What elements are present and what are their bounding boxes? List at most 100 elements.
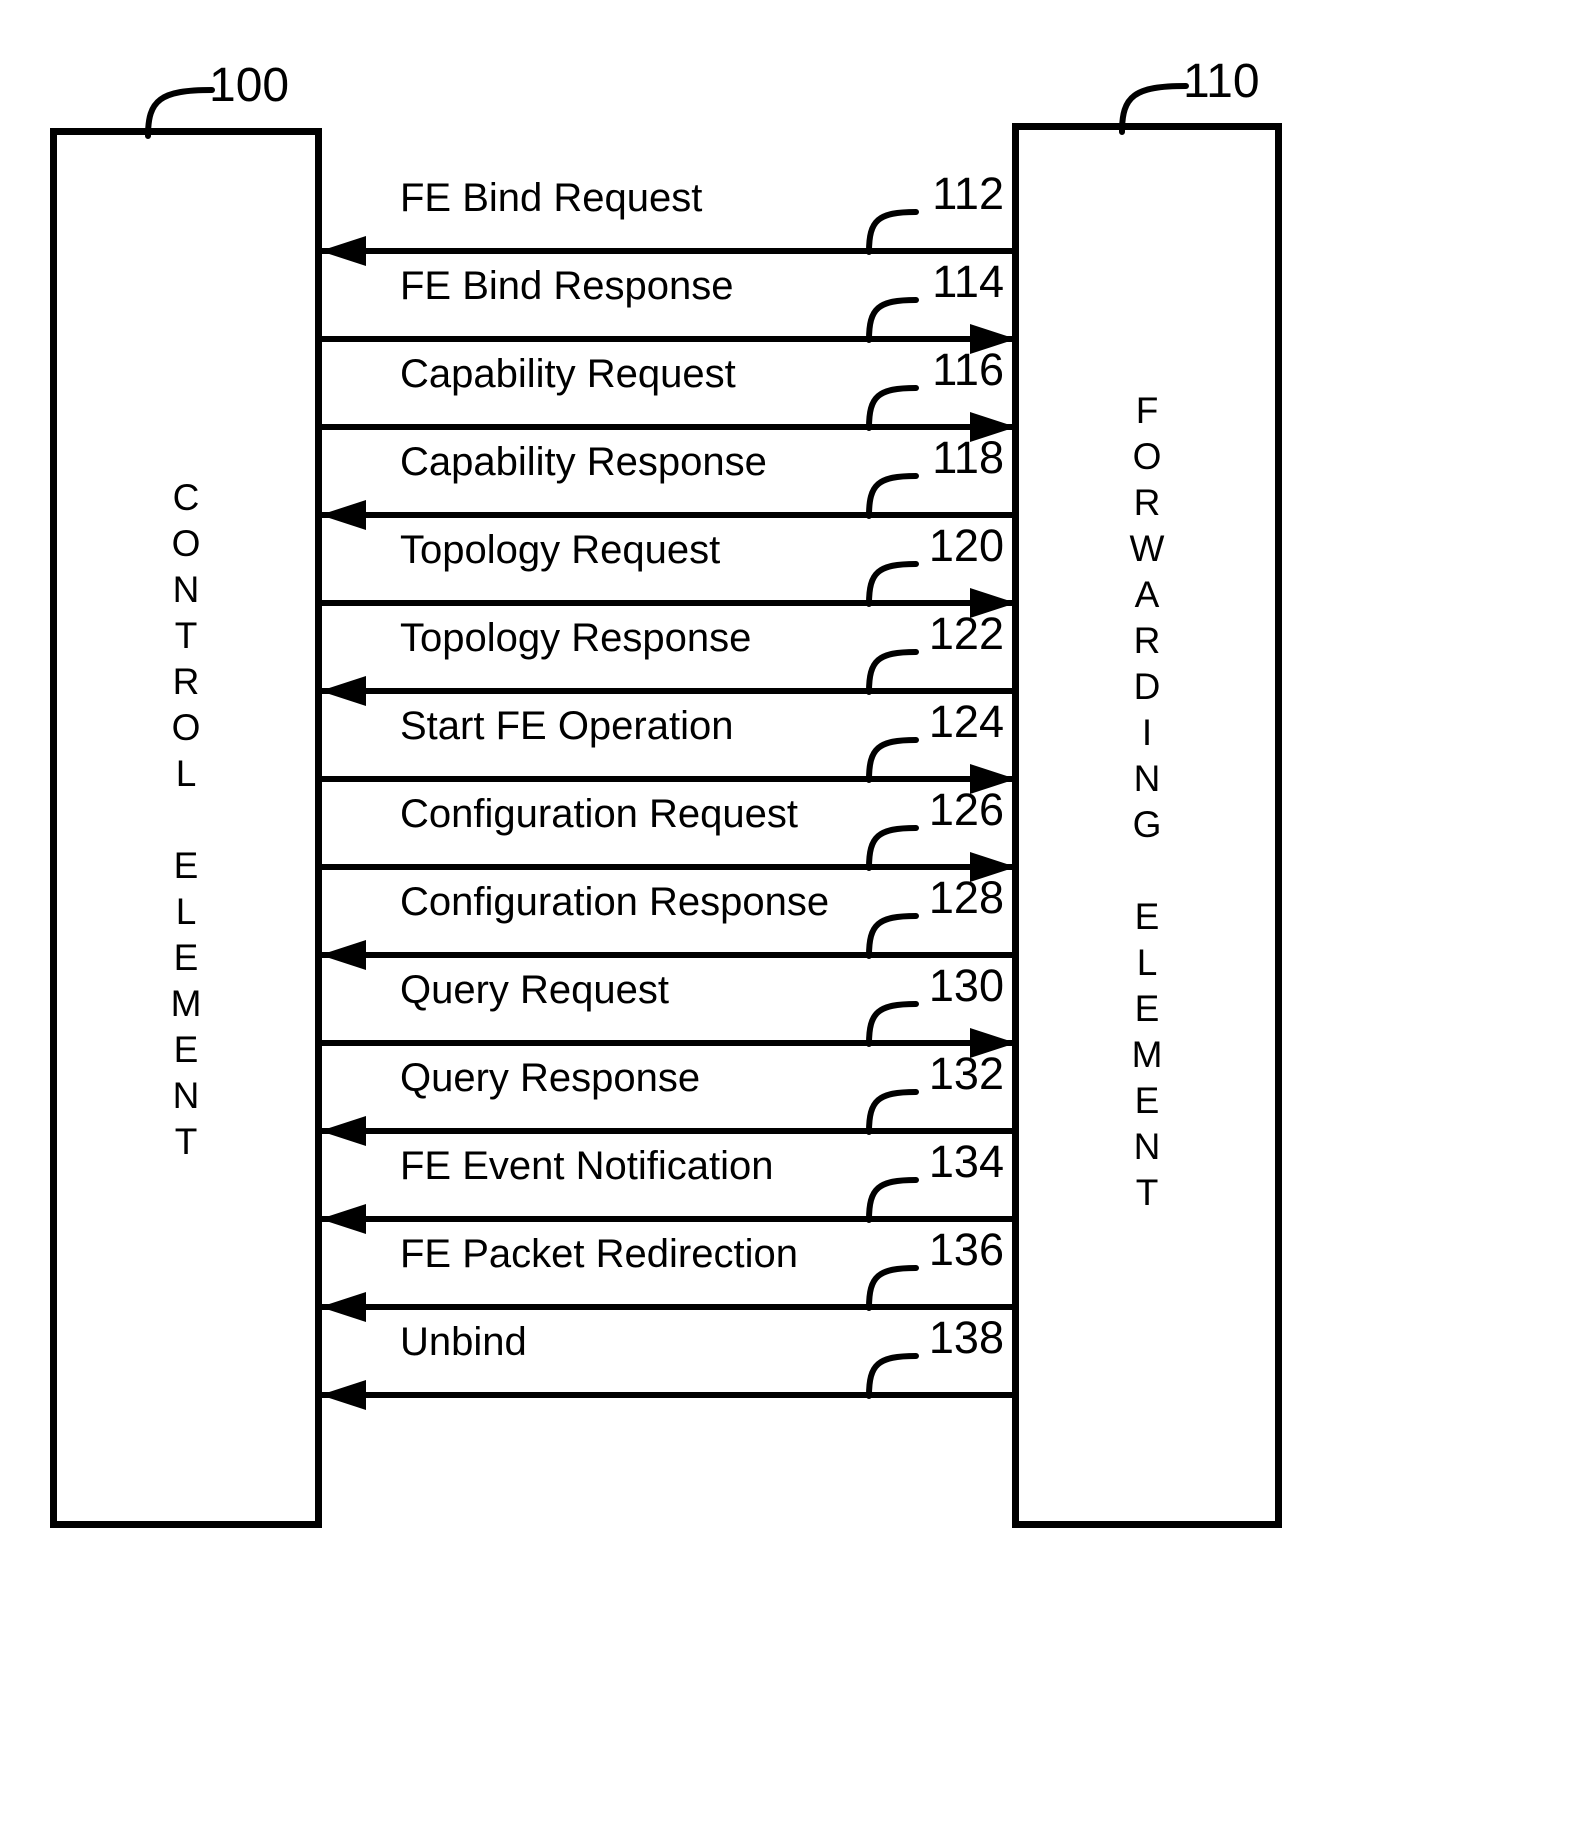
message-row: Configuration Request 126 (322, 782, 1016, 882)
forwarding-element-label-char: M (1131, 1034, 1163, 1075)
forwarding-element-label-char: O (1132, 436, 1162, 477)
message-row: Topology Response 122 (320, 606, 1012, 706)
control-element-box: CONTROL ELEMENT (50, 128, 322, 1528)
message-ref-number: 114 (932, 256, 1004, 307)
arrow-head-left-icon (320, 1380, 366, 1410)
message-sequence-list: FE Bind Request 112 FE Bind Response 114 Cap… (320, 166, 1016, 1410)
message-label: Capability Response (400, 440, 767, 484)
forwarding-element-label-char: F (1135, 390, 1159, 431)
message-label: Query Request (400, 968, 670, 1012)
forwarding-element-label-char: G (1132, 804, 1162, 845)
message-leader-line (862, 994, 920, 1047)
message-row: Unbind 138 (320, 1310, 1012, 1410)
message-leader-line (862, 642, 920, 695)
message-label: FE Bind Request (400, 176, 703, 220)
forwarding-element-label-char: N (1133, 758, 1161, 799)
forwarding-element-label-char: R (1133, 482, 1161, 523)
forwarding-element-label-char: R (1133, 620, 1161, 661)
forwarding-element-label-char: E (1134, 1080, 1160, 1121)
message-ref-number: 112 (932, 168, 1004, 219)
control-element-label-char: L (175, 891, 197, 932)
message-label: Start FE Operation (400, 704, 734, 748)
message-label: Query Response (400, 1056, 701, 1100)
forwarding-element-label-char: E (1134, 896, 1160, 937)
message-ref-number: 122 (928, 608, 1004, 659)
forwarding-element-label-char: E (1134, 988, 1160, 1029)
message-ref-number: 124 (928, 696, 1004, 747)
forwarding-element-label-char: A (1134, 574, 1160, 615)
message-leader-line (862, 1170, 920, 1223)
control-element-label-char: C (172, 477, 200, 518)
message-row: Topology Request 120 (322, 518, 1016, 618)
message-ref-number: 130 (928, 960, 1004, 1011)
control-element-label-char: E (173, 937, 199, 978)
message-label: FE Packet Redirection (400, 1232, 798, 1276)
message-label: FE Bind Response (400, 264, 734, 308)
message-ref-number: 134 (928, 1136, 1004, 1187)
message-row: Query Response 132 (320, 1046, 1012, 1146)
message-row: Start FE Operation 124 (322, 694, 1016, 794)
control-element-label-char: T (174, 1121, 198, 1162)
message-ref-number: 132 (928, 1048, 1004, 1099)
message-row: Query Request 130 (322, 958, 1016, 1058)
forwarding-element-label-char: D (1133, 666, 1161, 707)
forwarding-element-label-char: N (1133, 1126, 1161, 1167)
message-leader-line (862, 730, 920, 783)
control-element-label-char: T (174, 615, 198, 656)
message-leader-line (862, 554, 920, 607)
forwarding-element-label-char: L (1136, 942, 1158, 983)
message-leader-line (862, 1346, 920, 1399)
message-ref-number: 116 (932, 344, 1004, 395)
message-ref-number: 120 (928, 520, 1004, 571)
message-label: Topology Response (400, 616, 752, 660)
message-ref-number: 126 (928, 784, 1004, 835)
control-element-ref-number: 100 (209, 59, 290, 112)
control-element-label-char: M (170, 983, 202, 1024)
message-row: Capability Request 116 (322, 342, 1016, 442)
message-row: Configuration Response 128 (320, 870, 1012, 970)
forwarding-element-box: FORWARDING ELEMENT (1012, 123, 1282, 1528)
message-leader-line (862, 906, 920, 959)
control-element-leader-line (145, 87, 215, 139)
message-label: Configuration Response (400, 880, 830, 924)
message-label: Configuration Request (400, 792, 799, 836)
message-row: FE Bind Request 112 (320, 166, 1012, 266)
message-row: FE Event Notification 134 (320, 1134, 1012, 1234)
message-leader-line (862, 378, 920, 431)
message-leader-line (862, 1082, 920, 1135)
forwarding-element-label-char (1019, 848, 1275, 894)
forwarding-element-label-char: W (1129, 528, 1165, 569)
control-element-label-char (57, 797, 315, 843)
message-ref-number: 138 (928, 1312, 1004, 1363)
message-label: Topology Request (400, 528, 721, 572)
message-row: Capability Response 118 (320, 430, 1012, 530)
control-element-label-char: O (171, 707, 201, 748)
message-leader-line (862, 818, 920, 871)
forwarding-element-ref-number: 110 (1183, 55, 1260, 108)
forwarding-element-label-char: I (1141, 712, 1153, 753)
forwarding-element-label-char: T (1135, 1172, 1159, 1213)
message-leader-line (862, 466, 920, 519)
control-element-label-char: E (173, 1029, 199, 1070)
message-leader-line (862, 290, 920, 343)
message-label: Capability Request (400, 352, 736, 396)
message-row: FE Bind Response 114 (322, 254, 1016, 354)
control-element-label-char: L (175, 753, 197, 794)
control-element-label-char: O (171, 523, 201, 564)
message-label: Unbind (400, 1320, 527, 1364)
message-row: FE Packet Redirection 136 (320, 1222, 1012, 1322)
patent-figure: CONTROL ELEMENT 100 FORWARDING ELEMENT 1… (0, 0, 1595, 1840)
forwarding-element-leader-line (1119, 83, 1189, 135)
message-leader-line (862, 202, 920, 255)
message-ref-number: 118 (932, 432, 1004, 483)
message-leader-line (862, 1258, 920, 1311)
message-ref-number: 136 (928, 1224, 1004, 1275)
forwarding-element-label: FORWARDING ELEMENT (1019, 388, 1275, 1216)
message-ref-number: 128 (928, 872, 1004, 923)
control-element-label-char: R (172, 661, 200, 702)
control-element-label-char: N (172, 1075, 200, 1116)
message-arrow-line (322, 1392, 1012, 1398)
control-element-label-char: E (173, 845, 199, 886)
control-element-label: CONTROL ELEMENT (57, 475, 315, 1165)
message-label: FE Event Notification (400, 1144, 774, 1188)
